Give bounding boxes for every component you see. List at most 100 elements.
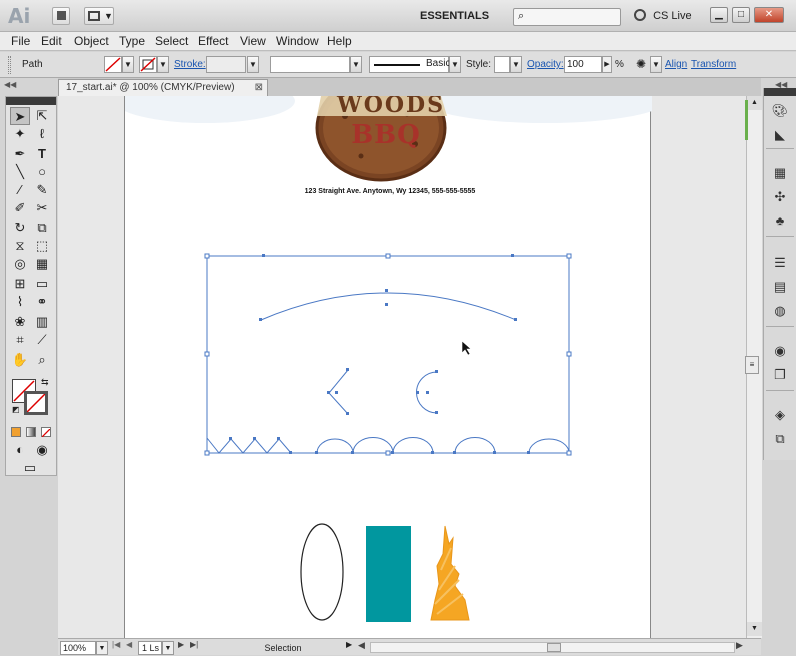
- column-graph-tool-icon[interactable]: ▥: [32, 313, 52, 331]
- scroll-right-icon[interactable]: ▶: [736, 640, 743, 651]
- magic-wand-tool-icon[interactable]: ✦: [10, 125, 30, 143]
- hand-tool-icon[interactable]: ✋: [10, 351, 30, 369]
- zoom-dropdown-icon[interactable]: ▼: [96, 641, 108, 655]
- width-tool-icon[interactable]: ⧖: [10, 237, 30, 255]
- rotate-tool-icon[interactable]: ↻: [10, 219, 30, 237]
- tools-panel-header[interactable]: [6, 97, 56, 105]
- grip-handle[interactable]: [8, 56, 11, 74]
- gradient-mode-button[interactable]: [26, 427, 36, 437]
- blob-brush-tool-icon[interactable]: ✐: [10, 199, 30, 217]
- stroke-panel-link[interactable]: Stroke:: [174, 58, 206, 72]
- artboard-tool-icon[interactable]: ⌗: [10, 331, 30, 349]
- workspace-switcher[interactable]: ESSENTIALS ▼: [414, 6, 506, 41]
- tools-collapse-icon[interactable]: ◀◀: [4, 80, 16, 89]
- document-tab[interactable]: 17_start.ai* @ 100% (CMYK/Preview) ⊠: [58, 79, 268, 96]
- draw-inside-icon[interactable]: ◉: [32, 441, 52, 459]
- menu-type[interactable]: Type: [119, 34, 145, 49]
- status-mode-label[interactable]: Selection: [208, 641, 358, 655]
- shape-builder-tool-icon[interactable]: ◎: [10, 255, 30, 273]
- stroke-panel-icon[interactable]: ☰: [770, 254, 790, 272]
- horizontal-scrollbar[interactable]: [370, 642, 735, 653]
- bridge-button[interactable]: [52, 7, 70, 25]
- direct-selection-tool-icon[interactable]: ⇱: [32, 107, 52, 125]
- arrange-documents-button[interactable]: ▼: [84, 7, 114, 25]
- color-guide-icon[interactable]: ◣: [770, 126, 790, 144]
- zoom-tool-icon[interactable]: ⌕: [32, 351, 52, 369]
- scroll-up-icon[interactable]: ▲: [747, 96, 762, 110]
- scroll-thumb[interactable]: ≡: [745, 356, 759, 374]
- menu-edit[interactable]: Edit: [41, 34, 62, 49]
- stroke-weight-dropdown[interactable]: ▼: [247, 56, 259, 73]
- document-canvas[interactable]: WOODS BBQ 123 Straight Ave. Anytown, Wy …: [58, 96, 746, 638]
- minimize-button[interactable]: ▁: [710, 7, 728, 23]
- scroll-left-icon[interactable]: ◀: [358, 640, 365, 651]
- line-tool-icon[interactable]: ╲: [10, 163, 30, 181]
- slice-tool-icon[interactable]: ⟋: [32, 331, 52, 349]
- pencil-tool-icon[interactable]: ✎: [32, 181, 52, 199]
- graphic-styles-panel-icon[interactable]: ❐: [770, 366, 790, 384]
- next-artboard-icon[interactable]: ▶: [178, 640, 184, 649]
- vertical-scrollbar[interactable]: ▲ ≡ ▼: [745, 96, 762, 638]
- artboard-dropdown-icon[interactable]: ▼: [162, 641, 174, 655]
- scribble-tree-shape[interactable]: [425, 524, 475, 624]
- zoom-input[interactable]: 100%: [60, 641, 96, 655]
- gradient-tool-icon[interactable]: ▭: [32, 275, 52, 293]
- graphic-style-swatch[interactable]: [494, 56, 510, 73]
- recolor-artwork-button[interactable]: ✺: [636, 56, 650, 73]
- free-transform-tool-icon[interactable]: ⬚: [32, 237, 52, 255]
- close-button[interactable]: ✕: [754, 7, 784, 23]
- first-artboard-icon[interactable]: |◀: [112, 640, 120, 649]
- selection-tool-icon[interactable]: ➤: [10, 107, 30, 125]
- transparency-panel-icon[interactable]: ◍: [770, 302, 790, 320]
- menu-file[interactable]: File: [11, 34, 30, 49]
- menu-effect[interactable]: Effect: [198, 34, 228, 49]
- stroke-color-box[interactable]: [24, 391, 48, 415]
- dock-header[interactable]: [764, 88, 796, 96]
- teal-rectangle[interactable]: [366, 526, 411, 622]
- appearance-panel-icon[interactable]: ◉: [770, 342, 790, 360]
- symbol-sprayer-tool-icon[interactable]: ❀: [10, 313, 30, 331]
- opacity-input[interactable]: 100: [564, 56, 602, 73]
- menu-select[interactable]: Select: [155, 34, 188, 49]
- opacity-slider-toggle[interactable]: ▶: [602, 56, 612, 73]
- variable-width-profile[interactable]: [270, 56, 350, 73]
- align-panel-link[interactable]: Align: [665, 58, 687, 72]
- variable-width-dropdown[interactable]: ▼: [350, 56, 362, 73]
- eyedropper-tool-icon[interactable]: ⌇: [10, 293, 30, 311]
- close-tab-icon[interactable]: ⊠: [255, 80, 263, 95]
- opacity-panel-link[interactable]: Opacity:: [527, 58, 564, 72]
- none-mode-button[interactable]: [41, 427, 51, 438]
- transform-panel-link[interactable]: Transform: [691, 58, 736, 72]
- brush-dropdown[interactable]: ▼: [449, 56, 461, 73]
- horizontal-scroll-thumb[interactable]: [547, 643, 561, 652]
- graphic-style-dropdown[interactable]: ▼: [510, 56, 522, 73]
- artboard-number-input[interactable]: 1 Ls: [138, 641, 162, 655]
- status-menu-icon[interactable]: ▶: [346, 640, 352, 649]
- symbols-panel-icon[interactable]: ♣: [770, 212, 790, 230]
- menu-window[interactable]: Window: [276, 34, 319, 49]
- stroke-weight-input[interactable]: [206, 56, 246, 73]
- type-tool-icon[interactable]: T: [32, 145, 52, 163]
- scale-tool-icon[interactable]: ⧉: [32, 219, 52, 237]
- paintbrush-tool-icon[interactable]: ⁄: [10, 181, 30, 199]
- swatches-panel-icon[interactable]: ▦: [770, 164, 790, 182]
- default-colors-icon[interactable]: ◩: [12, 405, 20, 414]
- recolor-dropdown[interactable]: ▼: [650, 56, 662, 73]
- artboards-panel-icon[interactable]: ⧉: [770, 430, 790, 448]
- perspective-grid-tool-icon[interactable]: ▦: [32, 255, 52, 273]
- fill-dropdown[interactable]: ▼: [122, 56, 134, 73]
- color-panel-icon[interactable]: 🎨︎: [770, 102, 790, 120]
- menu-help[interactable]: Help: [327, 34, 352, 49]
- stroke-dropdown[interactable]: ▼: [157, 56, 169, 73]
- scroll-down-icon[interactable]: ▼: [747, 622, 762, 636]
- blend-tool-icon[interactable]: ⚭: [32, 293, 52, 311]
- scissors-tool-icon[interactable]: ✂: [32, 199, 52, 217]
- drawing-mode-icon[interactable]: ◐: [10, 441, 30, 459]
- brushes-panel-icon[interactable]: ✣: [770, 188, 790, 206]
- menu-object[interactable]: Object: [74, 34, 109, 49]
- lasso-tool-icon[interactable]: ℓ: [32, 125, 52, 143]
- gradient-panel-icon[interactable]: ▤: [770, 278, 790, 296]
- panel-collapse-icon[interactable]: [58, 80, 72, 92]
- ellipse-tool-icon[interactable]: ○: [32, 163, 52, 181]
- swap-colors-icon[interactable]: ⇆: [41, 377, 49, 388]
